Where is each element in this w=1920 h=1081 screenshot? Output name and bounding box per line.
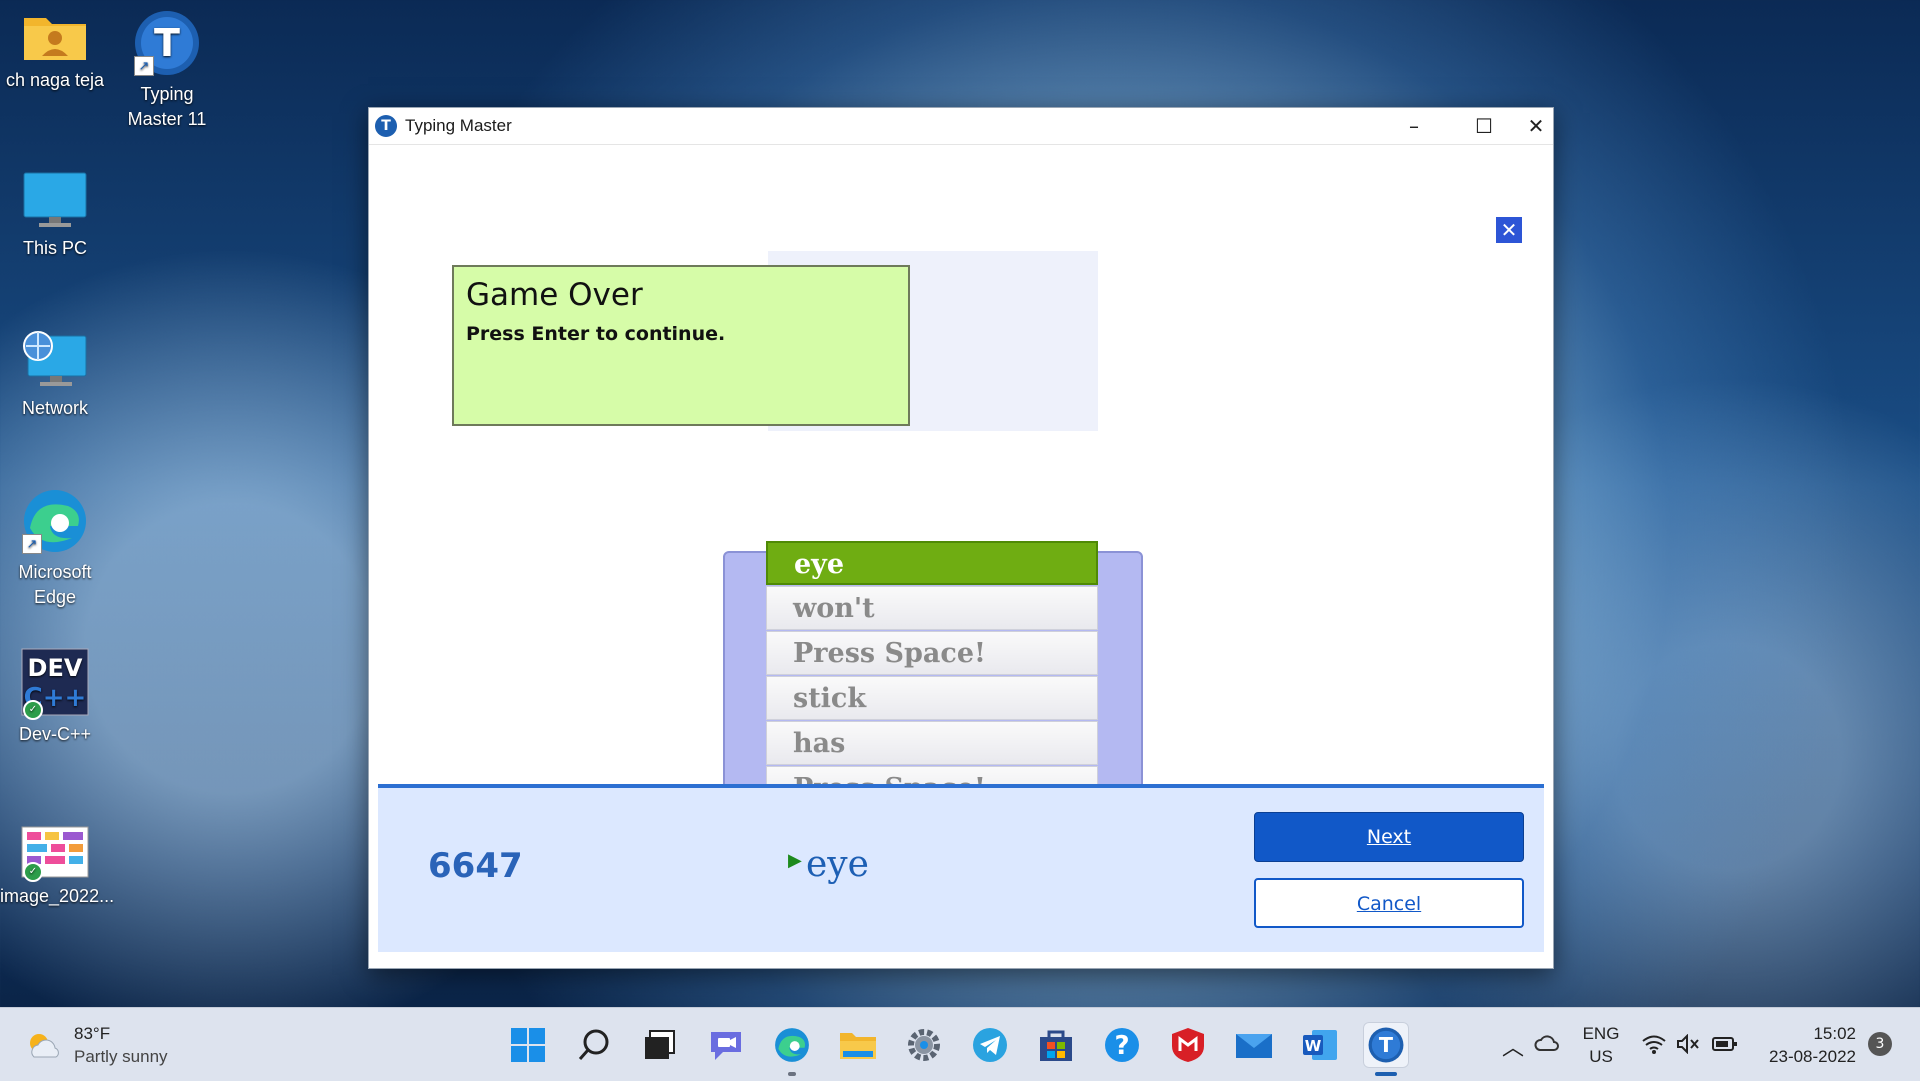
game-footer: 6647 ▶ eye Next Cancel [378,784,1544,952]
desktop-icon-microsoft-edge[interactable]: ↗ Microsoft Edge [0,488,110,610]
desktop-icon-label: Dev-C++ [18,724,92,744]
running-indicator [1375,1072,1397,1076]
edge-icon: ↗ [22,488,88,554]
minimize-button[interactable]: – [1379,108,1449,144]
maximize-button[interactable]: ☐ [1449,108,1519,144]
mcafee-icon[interactable] [1165,1022,1211,1068]
file-explorer-icon[interactable] [835,1022,881,1068]
language-code: ENG [1582,1024,1620,1043]
chat-icon[interactable] [703,1022,749,1068]
game-over-panel: Game Over Press Enter to continue. [452,265,910,426]
sync-check-icon: ✓ [23,862,43,882]
image-file-icon: ✓ [21,826,89,882]
game-over-heading: Game Over [466,277,643,313]
clock-time: 15:02 [1813,1024,1856,1043]
notification-count-badge[interactable]: 3 [1868,1032,1892,1056]
typing-master-icon: T ↗ [134,10,200,76]
task-view-icon[interactable] [637,1022,683,1068]
typing-master-window: T Typing Master – ☐ ✕ ✕ Game Over Press … [368,107,1554,969]
svg-text:T: T [1379,1033,1394,1057]
weather-widget[interactable]: 83°F Partly sunny [26,1022,168,1068]
desktop-icon-label: Typing Master 11 [127,84,207,129]
search-icon[interactable] [571,1022,617,1068]
close-game-button[interactable]: ✕ [1496,217,1522,243]
typing-master-logo-icon: T [375,115,397,137]
desktop-icon-image-file[interactable]: ✓ image_2022... [0,826,115,909]
system-tray: ︿ ENG US 15:02 23-08-2022 [1494,1008,1920,1081]
next-button[interactable]: Next [1254,812,1524,862]
mail-icon[interactable] [1231,1022,1277,1068]
weather-description: Partly sunny [74,1047,168,1066]
clock[interactable]: 15:02 23-08-2022 [1756,1022,1856,1068]
word-item: Press Space! [766,631,1098,675]
desktop-icon-label: This PC [22,238,87,258]
svg-text:W: W [1305,1037,1322,1055]
score-value: 6647 [428,846,523,886]
current-word: eye [806,844,869,885]
word-item: has [766,721,1098,765]
desktop-icon-this-pc[interactable]: This PC [0,172,110,261]
cancel-button[interactable]: Cancel [1254,878,1524,928]
taskbar: 83°F Partly sunny ? W T ︿ ENG US 15:02 2… [0,1007,1920,1081]
start-icon[interactable] [505,1022,551,1068]
game-area: ✕ Game Over Press Enter to continue. eye… [369,145,1553,968]
monitor-icon [23,172,87,230]
devcpp-icon: DEV C++ ✓ [21,648,89,720]
desktop-icon-network[interactable]: Network [0,330,110,421]
word-icon[interactable]: W [1297,1022,1343,1068]
word-item: won't [766,586,1098,630]
settings-icon[interactable] [901,1022,947,1068]
word-item: stick [766,676,1098,720]
partly-sunny-icon [26,1031,62,1059]
telegram-icon[interactable] [967,1022,1013,1068]
sync-check-icon: ✓ [23,700,43,720]
cursor-triangle-icon: ▶ [788,850,802,871]
weather-temperature: 83°F [74,1024,111,1043]
taskbar-apps: ? W T [505,1022,1429,1076]
falling-word-list: eye won't Press Space! stick has Press S… [766,541,1098,811]
battery-icon[interactable] [1712,1036,1738,1057]
game-over-message: Press Enter to continue. [466,323,726,345]
help-icon[interactable]: ? [1099,1022,1145,1068]
close-window-button[interactable]: ✕ [1519,108,1553,144]
volume-muted-icon[interactable] [1676,1033,1700,1059]
shortcut-arrow-icon: ↗ [134,56,154,76]
store-icon[interactable] [1033,1022,1079,1068]
desktop-icon-label: image_2022... [0,886,115,906]
desktop-icon-label: Microsoft Edge [18,562,92,607]
desktop-icon-user-folder[interactable]: ch naga teja [0,10,110,93]
running-indicator [788,1072,796,1076]
edge-icon[interactable] [769,1022,815,1076]
window-title: Typing Master [405,116,512,135]
svg-text:?: ? [1114,1031,1129,1061]
show-hidden-icons-icon[interactable]: ︿ [1502,1030,1524,1062]
user-folder-icon [22,10,88,62]
typing-master-icon[interactable]: T [1363,1022,1409,1076]
title-bar[interactable]: T Typing Master – ☐ ✕ [369,108,1553,145]
desktop-icon-label: Network [21,398,88,418]
svg-text:T: T [154,21,180,65]
network-icon [22,330,88,390]
desktop-icon-label: ch naga teja [5,70,105,90]
clock-date: 23-08-2022 [1769,1047,1856,1066]
word-item-active: eye [766,541,1098,585]
desktop-icon-dev-cpp[interactable]: DEV C++ ✓ Dev-C++ [0,648,110,747]
svg-text:DEV: DEV [28,654,83,682]
region-code: US [1589,1047,1613,1066]
desktop-icon-typing-master[interactable]: T ↗ Typing Master 11 [112,10,222,132]
onedrive-icon[interactable] [1534,1034,1560,1057]
language-indicator[interactable]: ENG US [1576,1022,1626,1068]
shortcut-arrow-icon: ↗ [22,534,42,554]
wifi-icon[interactable] [1642,1034,1666,1059]
